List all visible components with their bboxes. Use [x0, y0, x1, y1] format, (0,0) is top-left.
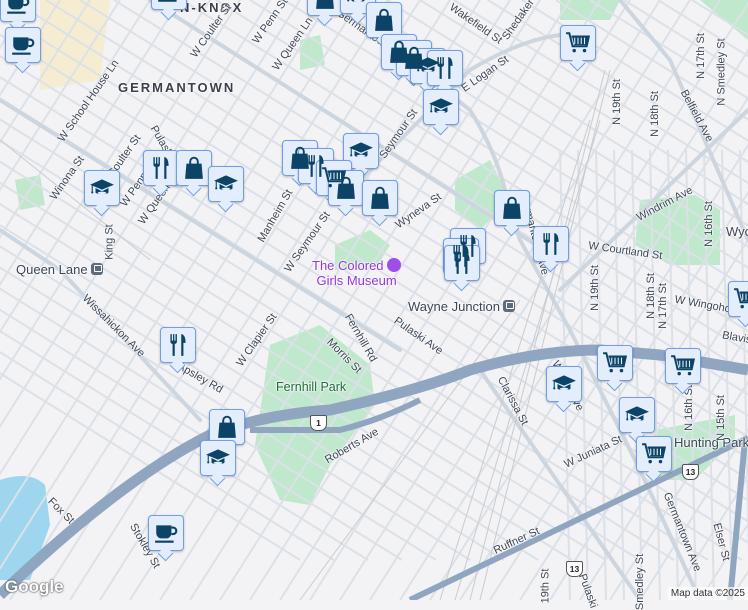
street-grid	[0, 0, 748, 600]
restaurant-marker[interactable]	[143, 150, 179, 186]
grocery-marker[interactable]	[560, 25, 596, 61]
shopping-marker[interactable]	[366, 2, 402, 38]
shopping-marker[interactable]	[209, 409, 245, 445]
grocery-cart-icon	[670, 353, 696, 379]
school-icon	[205, 445, 231, 471]
restaurant-marker[interactable]	[160, 327, 196, 363]
school-marker[interactable]	[343, 133, 379, 169]
restaurant-marker[interactable]	[533, 226, 569, 262]
shopping-marker[interactable]	[362, 180, 398, 216]
map-attribution[interactable]: Map data ©2025	[667, 587, 748, 600]
school-icon	[345, 0, 371, 9]
road	[727, 439, 748, 600]
grocery-marker[interactable]	[665, 348, 701, 384]
map-canvas[interactable]	[0, 0, 748, 600]
school-marker[interactable]	[423, 89, 459, 125]
school-marker[interactable]	[208, 166, 244, 202]
shopping-bag-icon	[367, 185, 393, 211]
shopping-bag-icon	[312, 0, 338, 11]
school-marker[interactable]	[84, 170, 120, 206]
coffee-marker[interactable]	[0, 0, 36, 22]
shopping-marker[interactable]	[176, 150, 212, 186]
shopping-marker[interactable]	[328, 170, 364, 206]
restaurant-icon	[449, 250, 475, 276]
grocery-marker[interactable]	[597, 345, 633, 381]
street	[309, 0, 691, 600]
shopping-bag-icon	[371, 7, 397, 33]
restaurant-icon	[165, 332, 191, 358]
grocery-cart-icon	[733, 286, 748, 312]
restaurant-marker[interactable]	[427, 50, 463, 86]
shopping-bag-icon	[499, 195, 525, 221]
shopping-bag-icon	[214, 414, 240, 440]
coffee-icon	[5, 0, 31, 17]
school-icon	[428, 94, 454, 120]
coffee-icon	[153, 520, 179, 546]
school-icon	[551, 371, 577, 397]
restaurant-icon	[148, 155, 174, 181]
school-icon	[624, 402, 650, 428]
restaurant-icon	[538, 231, 564, 257]
route-shield-us13: 13	[566, 561, 583, 577]
restaurant-icon	[432, 55, 458, 81]
school-icon	[213, 171, 239, 197]
shopping-marker[interactable]	[494, 190, 530, 226]
grocery-cart-icon	[565, 30, 591, 56]
coffee-marker[interactable]	[148, 515, 184, 551]
school-icon	[348, 138, 374, 164]
street	[219, 0, 601, 600]
coffee-icon	[10, 32, 36, 58]
shopping-bag-icon	[333, 175, 359, 201]
street	[9, 0, 391, 600]
coffee-icon	[156, 0, 182, 5]
shopping-bag-icon	[181, 155, 207, 181]
grocery-marker[interactable]	[636, 436, 672, 472]
grocery-marker[interactable]	[728, 281, 748, 317]
school-marker[interactable]	[619, 397, 655, 433]
street	[189, 0, 571, 600]
coffee-marker[interactable]	[151, 0, 187, 10]
shopping-marker[interactable]	[307, 0, 343, 16]
restaurant-marker[interactable]	[444, 245, 480, 281]
grocery-cart-icon	[641, 441, 667, 467]
school-marker[interactable]	[200, 440, 236, 476]
street	[159, 0, 541, 600]
coffee-marker[interactable]	[5, 27, 41, 63]
route-shield-us13: 13	[682, 464, 699, 480]
school-icon	[89, 175, 115, 201]
google-logo[interactable]: Google	[5, 577, 64, 597]
route-shield-us1: 1	[310, 415, 327, 431]
school-marker[interactable]	[546, 366, 582, 402]
grocery-cart-icon	[602, 350, 628, 376]
